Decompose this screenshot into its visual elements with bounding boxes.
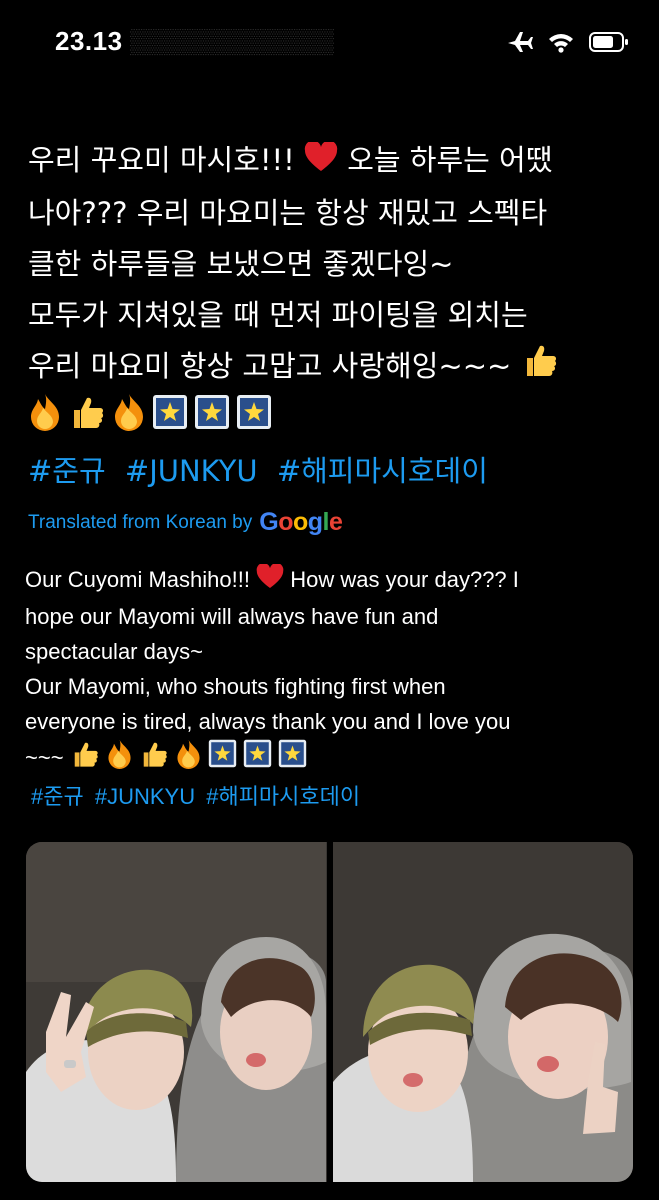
- english-line-3: spectacular days~: [25, 638, 203, 664]
- media-grid: [26, 842, 633, 1182]
- status-icons: [505, 30, 629, 58]
- blurred-header-title: ▒▒▒▒▒▒▒▒▒▒▒▒: [130, 28, 335, 55]
- translated-label: Translated from Korean by: [28, 511, 253, 533]
- fire-emoji-icon: [106, 739, 133, 779]
- night-stars-emoji-icon: [152, 394, 188, 446]
- hashtag-link[interactable]: #JUNKYU: [95, 784, 195, 809]
- heart-emoji-icon: [304, 137, 338, 188]
- translation-attribution[interactable]: Translated from Korean by Google: [28, 508, 343, 537]
- hashtag-link[interactable]: #해피마시호데이: [206, 784, 360, 809]
- thumbs-up-emoji-icon: [139, 739, 169, 779]
- english-line-6: ~~~: [25, 739, 640, 779]
- korean-line-4: 모두가 지쳐있을 때 먼저 파이팅을 외치는: [28, 297, 528, 332]
- night-stars-emoji-icon: [194, 394, 230, 446]
- night-stars-emoji-icon: [208, 739, 237, 778]
- wifi-icon: [547, 31, 575, 57]
- thumbs-up-emoji-icon: [521, 341, 559, 395]
- photo-1[interactable]: [26, 842, 327, 1182]
- english-hashtags: #준규 #JUNKYU #해피마시호데이: [25, 779, 640, 814]
- fire-emoji-icon: [28, 393, 62, 447]
- photo-1-illustration: [26, 842, 326, 1182]
- thumbs-up-emoji-icon: [70, 739, 100, 779]
- airplane-icon: [505, 30, 533, 58]
- night-stars-emoji-icon: [236, 394, 272, 446]
- fire-emoji-icon: [112, 393, 146, 447]
- tweet-text-english: Our Cuyomi Mashiho!!! How was your day??…: [25, 562, 640, 814]
- hashtag-link[interactable]: #준규: [31, 784, 84, 809]
- status-bar: 23.13 ▒▒▒▒▒▒▒▒▒▒▒▒: [0, 0, 659, 82]
- google-logo: Google: [259, 508, 343, 536]
- hashtag-link[interactable]: #준규: [28, 454, 106, 488]
- night-stars-emoji-icon: [243, 739, 272, 778]
- hashtag-link[interactable]: #JUNKYU: [125, 454, 258, 488]
- english-line-5: everyone is tired, always thank you and …: [25, 708, 511, 734]
- night-stars-emoji-icon: [278, 739, 307, 778]
- korean-line-2: 나아??? 우리 마요미는 항상 재밌고 스펙타: [28, 195, 548, 230]
- fire-emoji-icon: [175, 739, 202, 779]
- photo-2[interactable]: [332, 842, 633, 1182]
- korean-emoji-row: [28, 393, 638, 447]
- battery-icon: [589, 31, 629, 57]
- thumbs-up-emoji-icon: [68, 393, 106, 447]
- korean-hashtags: #준규 #JUNKYU #해피마시호데이: [28, 446, 638, 497]
- heart-emoji-icon: [256, 562, 284, 599]
- status-time: 23.13: [55, 26, 123, 56]
- english-line-1: Our Cuyomi Mashiho!!! How was your day??…: [25, 562, 640, 599]
- korean-line-3: 클한 하루들을 보냈으면 좋겠다잉~: [28, 246, 454, 281]
- photo-2-illustration: [332, 842, 633, 1182]
- english-line-4: Our Mayomi, who shouts fighting first wh…: [25, 673, 446, 699]
- tweet-text-korean: 우리 꾸요미 마시호!!! 오늘 하루는 어땠 나아??? 우리 마요미는 항상…: [28, 135, 638, 497]
- korean-line-5: 우리 마요미 항상 고맙고 사랑해잉~~~: [28, 341, 638, 395]
- korean-line-1: 우리 꾸요미 마시호!!! 오늘 하루는 어땠: [28, 135, 638, 188]
- hashtag-link[interactable]: #해피마시호데이: [277, 454, 488, 488]
- english-line-2: hope our Mayomi will always have fun and: [25, 603, 439, 629]
